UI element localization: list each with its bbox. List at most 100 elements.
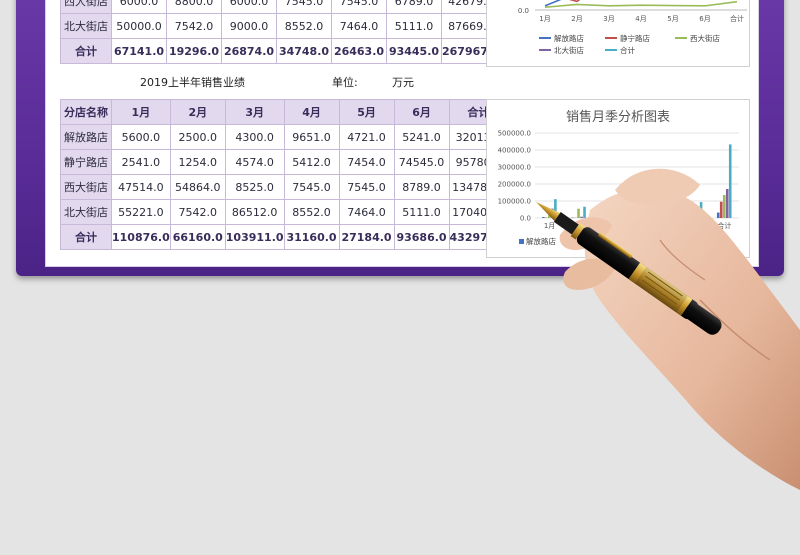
legend-label: 解放路店	[526, 236, 556, 246]
bar	[667, 216, 671, 218]
x-tick-label: 3月	[603, 15, 614, 23]
total-value-cell: 26463.0	[331, 38, 387, 64]
y-tick-label: 0.0	[518, 7, 529, 15]
y-tick-label: 500000.0	[498, 130, 531, 138]
bar	[719, 201, 723, 218]
total-value-cell: 66160.0	[169, 224, 226, 250]
legend-label: 合计	[620, 45, 635, 55]
total-value-cell: 103911.0	[224, 224, 285, 250]
value-cell: 7545.0	[283, 174, 340, 200]
value-cell: 54864.0	[169, 174, 226, 200]
store-name-cell: 西大街店	[60, 0, 112, 14]
bar	[693, 216, 697, 218]
header-row: 分店名称 1月 2月 3月 4月 5月 6月 合计	[60, 99, 509, 125]
total-row: 合计 110876.0 66160.0 103911.0 31160.0 27184.0 9…	[60, 224, 509, 250]
top-sales-table: 西大街店 6000.0 8800.0 6000.0 7545.0 7545.0 6789.0…	[60, 0, 501, 64]
legend-swatch	[657, 239, 662, 244]
value-cell: 6000.0	[111, 0, 167, 14]
value-cell: 4574.0	[224, 149, 285, 175]
column-header: 3月	[224, 99, 285, 125]
bar	[551, 208, 554, 218]
value-cell: 7545.0	[331, 0, 387, 14]
value-cell: 7454.0	[338, 149, 395, 175]
column-header: 2月	[169, 99, 226, 125]
legend-swatch	[611, 239, 616, 244]
y-tick-label: 300000.0	[498, 164, 531, 172]
y-tick-label: 0.0	[520, 215, 531, 223]
total-value-cell: 34748.0	[276, 38, 332, 64]
unit-value: 万元	[392, 76, 414, 89]
bar	[696, 217, 700, 218]
bar	[641, 212, 645, 218]
bar	[670, 213, 674, 218]
bar	[638, 216, 642, 218]
series-line	[569, 0, 581, 3]
legend-label: 西大街店	[618, 236, 648, 246]
bar	[722, 195, 726, 218]
table-row: 解放路店 5600.0 2500.0 4300.0 9651.0 4721.0 5241.0…	[60, 124, 509, 150]
sales-table: 分店名称 1月 2月 3月 4月 5月 6月 合计 解放路店 5600.0 2500.0 4300.0…	[60, 99, 509, 250]
bar-chart: 销售月季分析图表 0.0 100000.0 200000.0 300000.0 4000…	[486, 99, 750, 258]
bar-chart-svg: 0.0 100000.0 200000.0 300000.0 400000.0 50000…	[498, 130, 739, 246]
total-label-cell: 合计	[60, 38, 112, 64]
unit-label: 单位:	[332, 76, 358, 89]
x-tick-label: 6月	[699, 15, 710, 23]
column-header: 4月	[283, 99, 340, 125]
x-tick-label: 4月	[635, 15, 646, 23]
bar	[603, 217, 606, 218]
legend-swatch	[703, 239, 708, 244]
legend-label: 西大街店	[690, 33, 720, 43]
x-tick-label: 合计	[717, 221, 731, 230]
x-tick-label: 5月	[667, 15, 678, 23]
bar	[542, 217, 545, 218]
bar	[687, 217, 691, 218]
bar	[600, 217, 603, 218]
x-tick-label: 2月	[573, 222, 584, 230]
value-cell: 5111.0	[386, 13, 442, 39]
value-cell: 6000.0	[221, 0, 277, 14]
x-tick-label: 4月	[631, 222, 642, 230]
bar	[635, 216, 639, 218]
legend-label: 静宁路店	[572, 236, 602, 246]
bar	[699, 202, 703, 218]
value-cell: 8552.0	[283, 199, 340, 225]
total-value-cell: 93445.0	[386, 38, 442, 64]
x-tick-label: 6月	[690, 222, 701, 230]
legend-swatch	[519, 239, 524, 244]
value-cell: 7464.0	[338, 199, 395, 225]
bar	[690, 205, 694, 218]
table-row: 北大街店 50000.0 7542.0 9000.0 8552.0 7464.0 5111.…	[60, 13, 501, 39]
bar	[606, 216, 609, 218]
column-header: 6月	[393, 99, 450, 125]
value-cell: 74545.0	[393, 149, 450, 175]
legend-label: 静宁路店	[620, 33, 650, 43]
bar	[612, 200, 615, 218]
bar	[728, 144, 732, 218]
table-caption: 2019上半年销售业绩 单位: 万元	[60, 70, 484, 94]
value-cell: 5412.0	[283, 149, 340, 175]
total-value-cell: 19296.0	[166, 38, 222, 64]
bar	[661, 216, 665, 218]
value-cell: 7464.0	[331, 13, 387, 39]
total-value-cell: 27184.0	[338, 224, 395, 250]
store-name-cell: 西大街店	[60, 174, 112, 200]
table-row: 静宁路店 2541.0 1254.0 4574.0 5412.0 7454.0 74545.…	[60, 149, 509, 175]
total-value-cell: 26874.0	[221, 38, 277, 64]
y-tick-label: 100000.0	[498, 198, 531, 206]
value-cell: 6789.0	[386, 0, 442, 14]
total-row: 合计 67141.0 19296.0 26874.0 34748.0 26463.0 934…	[60, 38, 501, 64]
value-cell: 7542.0	[169, 199, 226, 225]
x-tick-label: 2月	[571, 15, 582, 23]
total-value-cell: 93686.0	[393, 224, 450, 250]
store-name-cell: 北大街店	[60, 13, 112, 39]
bar	[664, 216, 668, 218]
bar	[658, 217, 662, 218]
value-cell: 5600.0	[111, 124, 171, 150]
value-cell: 4300.0	[224, 124, 285, 150]
value-cell: 8552.0	[276, 13, 332, 39]
bar	[609, 203, 612, 218]
y-tick-label: 200000.0	[498, 181, 531, 189]
legend-label: 北大街店	[664, 236, 694, 246]
bar	[583, 206, 586, 218]
value-cell: 55221.0	[111, 199, 171, 225]
